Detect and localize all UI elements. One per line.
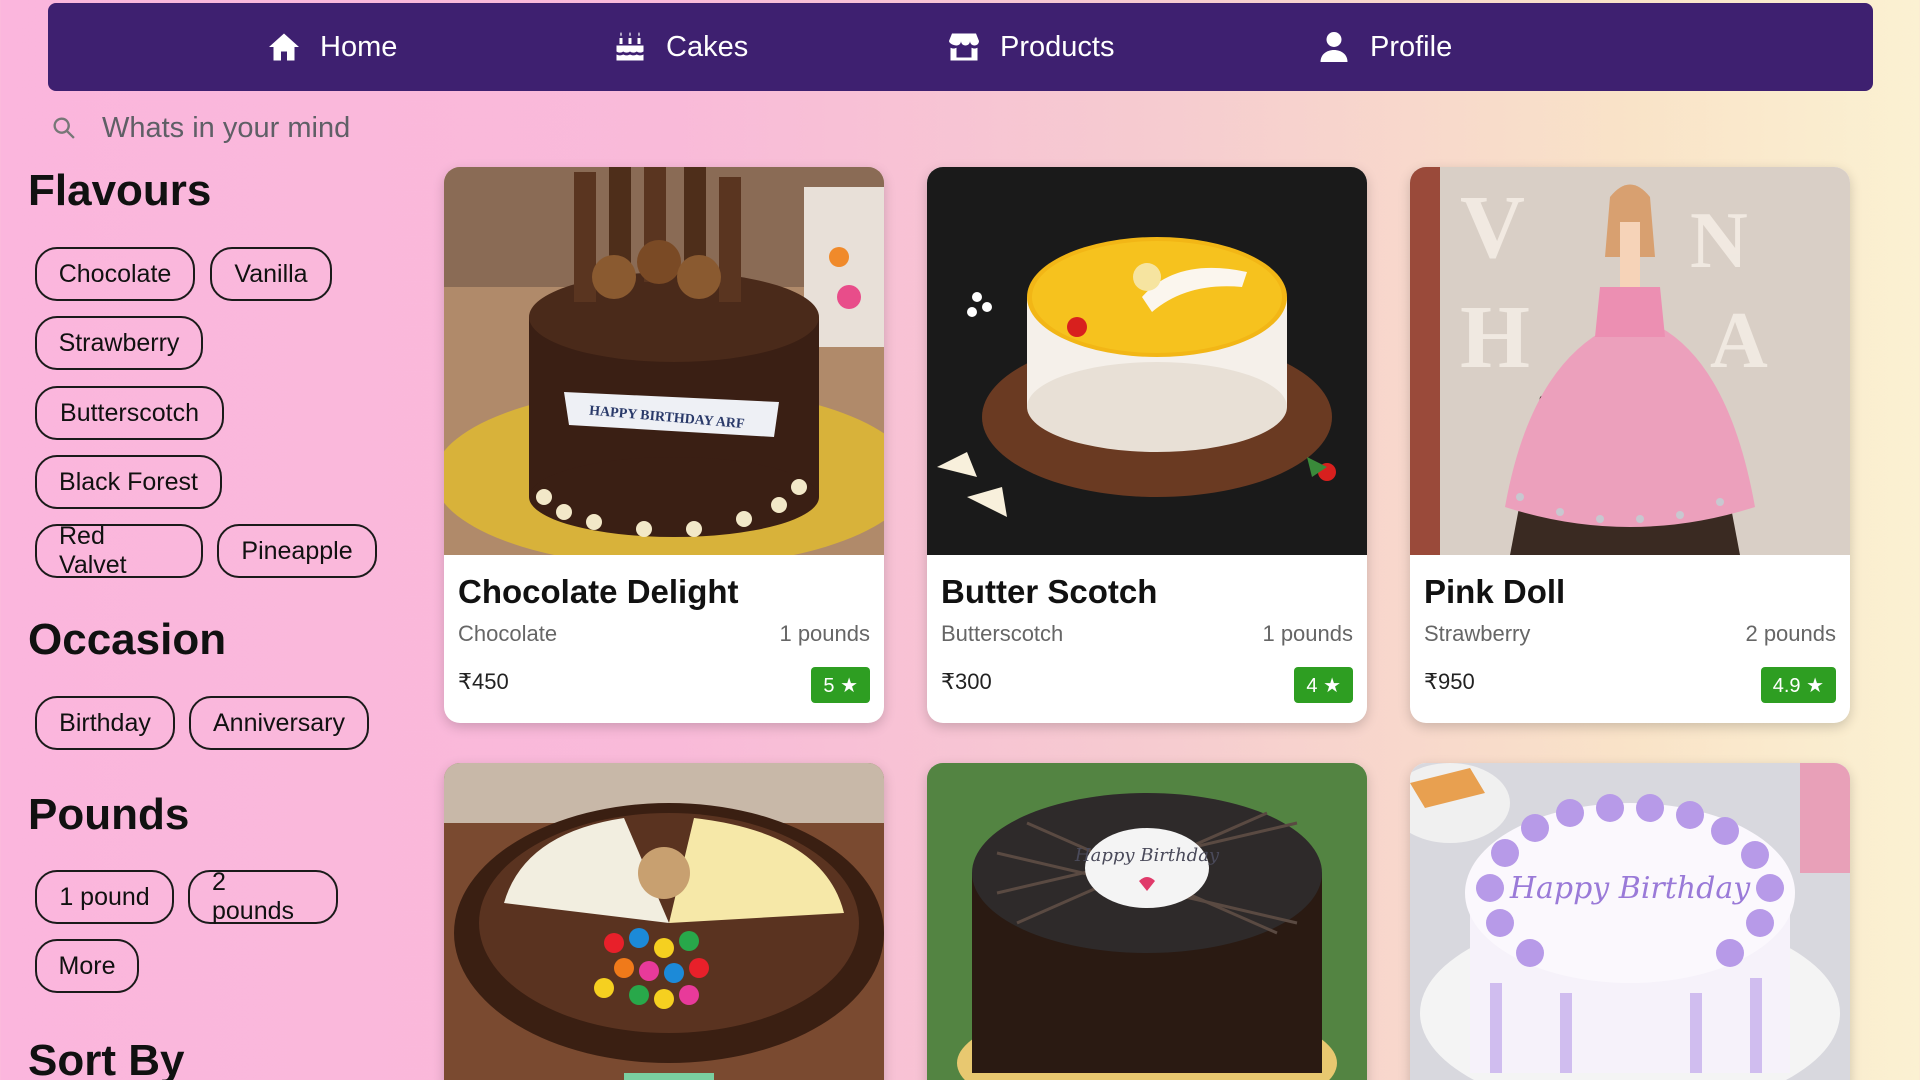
rating-badge: 4 ★ [1294, 667, 1353, 703]
rating-badge: 5 ★ [811, 667, 870, 703]
store-icon [949, 33, 979, 61]
product-weight: 2 pounds [1745, 621, 1836, 646]
nav-products[interactable]: Products [946, 3, 1114, 91]
nav-cakes-label: Cakes [666, 30, 749, 63]
chip-butterscotch[interactable]: Butterscotch [35, 386, 224, 440]
cake-icon [616, 32, 644, 61]
svg-text:A: A [1710, 297, 1768, 385]
search-input[interactable] [102, 111, 702, 145]
chip-pineapple[interactable]: Pineapple [217, 524, 377, 578]
product-price: ₹300 [941, 669, 992, 694]
search-bar [50, 108, 750, 148]
product-info: Pink Doll Strawberry 2 pounds ₹950 4.9 ★ [1410, 555, 1850, 723]
product-price: ₹950 [1424, 669, 1475, 694]
chip-more[interactable]: More [35, 939, 139, 993]
product-image: Happy Birthday [1410, 763, 1850, 1080]
product-image: HAPPY BIRTHDAY ARF [444, 167, 884, 555]
product-weight: 1 pounds [1262, 621, 1353, 646]
product-info: Butter Scotch Butterscotch 1 pounds ₹300… [927, 555, 1367, 723]
product-flavour: Strawberry [1424, 621, 1531, 646]
nav-profile-label: Profile [1370, 30, 1453, 63]
nav-home-label: Home [320, 30, 398, 63]
occasion-heading: Occasion [28, 615, 227, 664]
product-price: ₹450 [458, 669, 509, 694]
product-card[interactable]: HAPPY BIRTHDAY ARF Chocolate Delight Cho… [444, 167, 884, 723]
chip-1-pound[interactable]: 1 pound [35, 870, 174, 924]
nav-cakes[interactable]: Cakes [612, 3, 748, 91]
top-navbar: Home Cakes Products Profile [48, 3, 1873, 91]
svg-text:H: H [1460, 288, 1530, 387]
chip-black-forest[interactable]: Black Forest [35, 455, 222, 509]
product-flavour: Chocolate [458, 621, 558, 646]
chip-red-valvet[interactable]: Red Valvet [35, 522, 203, 579]
chip-2-pounds[interactable]: 2 pounds [188, 868, 338, 925]
search-icon [53, 117, 75, 139]
home-icon [269, 33, 299, 61]
svg-text:V: V [1460, 178, 1525, 277]
svg-text:N: N [1690, 197, 1748, 285]
user-icon [1320, 32, 1348, 62]
nav-products-label: Products [1000, 30, 1115, 63]
product-weight: 1 pounds [779, 621, 870, 646]
cake-topper-text: Happy Birthday [1074, 845, 1220, 866]
sort-by-heading: Sort By [28, 1036, 185, 1080]
product-image [444, 763, 884, 1080]
chip-vanilla[interactable]: Vanilla [210, 247, 332, 301]
product-image [927, 167, 1367, 555]
product-name: Butter Scotch [941, 573, 1158, 610]
cake-writing-text: Happy Birthday [1509, 871, 1751, 906]
product-card[interactable]: Happy Birthday [927, 763, 1367, 1080]
chip-chocolate[interactable]: Chocolate [35, 247, 195, 301]
rating-badge: 4.9 ★ [1760, 667, 1836, 703]
nav-profile[interactable]: Profile [1316, 3, 1452, 91]
chip-anniversary[interactable]: Anniversary [189, 696, 369, 750]
product-image: Happy Birthday [927, 763, 1367, 1080]
chip-birthday[interactable]: Birthday [35, 696, 175, 750]
nav-home[interactable]: Home [266, 3, 397, 91]
pounds-heading: Pounds [28, 790, 190, 839]
product-name: Pink Doll [1424, 573, 1566, 610]
chip-strawberry[interactable]: Strawberry [35, 316, 203, 370]
product-card[interactable]: V N H A Pink Doll Strawberry 2 pounds ₹9… [1410, 167, 1850, 723]
flavours-heading: Flavours [28, 166, 212, 215]
product-name: Chocolate Delight [458, 573, 739, 610]
product-card[interactable]: Happy Birthday [1410, 763, 1850, 1080]
product-card[interactable] [444, 763, 884, 1080]
product-card[interactable]: Butter Scotch Butterscotch 1 pounds ₹300… [927, 167, 1367, 723]
product-flavour: Butterscotch [941, 621, 1064, 646]
product-info: Chocolate Delight Chocolate 1 pounds ₹45… [444, 555, 884, 723]
product-image: V N H A [1410, 167, 1850, 555]
